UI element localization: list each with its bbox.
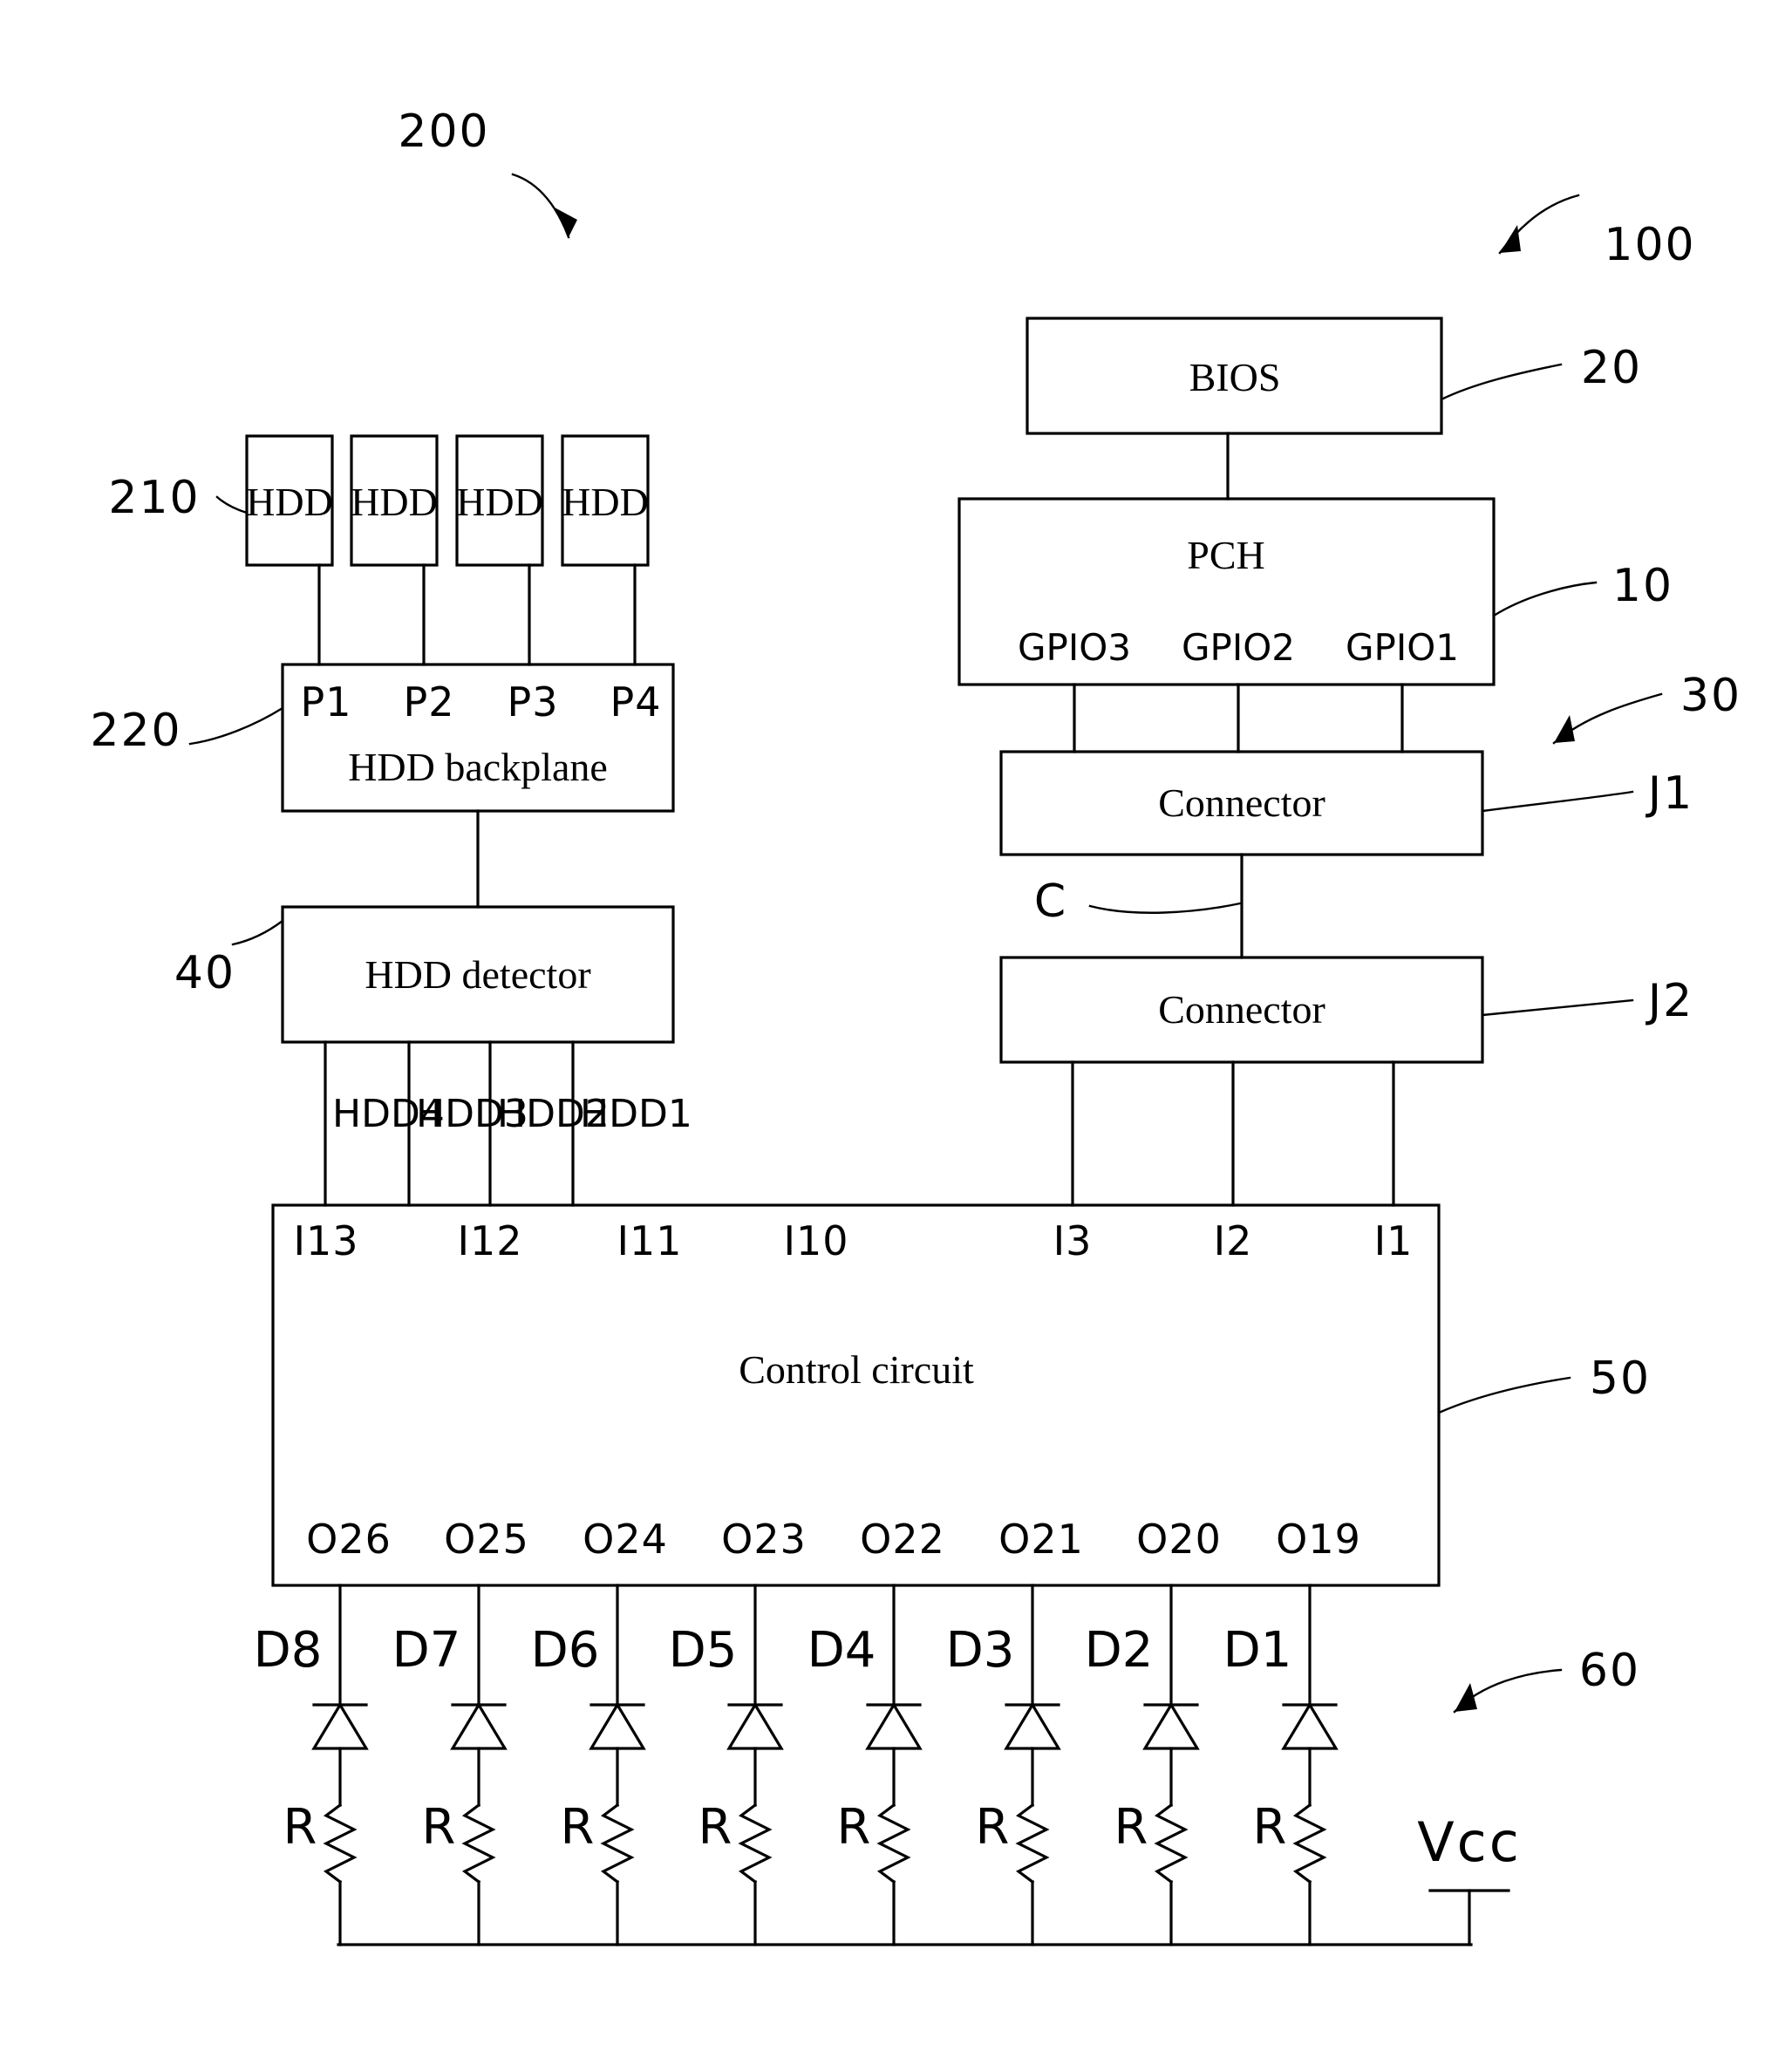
hdd-box-4-label: HDD [562, 480, 649, 524]
ref-200-label: 200 [398, 106, 490, 158]
ref-220-label: 220 [90, 705, 182, 757]
signal-hdd1-label: HDD1 [580, 1092, 692, 1136]
ref-j1-leader [1481, 790, 1634, 813]
ref-40-leader [231, 919, 284, 946]
hdd-detector-title: HDD detector [365, 952, 591, 997]
ref-210-leader [215, 495, 249, 514]
control-input-i1-label: I1 [1373, 1217, 1414, 1264]
control-input-i10-label: I10 [783, 1217, 849, 1264]
resistor-r7-label: R [421, 1799, 456, 1856]
backplane-port-p1-label: P1 [300, 678, 352, 726]
ref-100-arrowhead [1500, 225, 1521, 253]
backplane-port-p3-label: P3 [507, 678, 559, 726]
resistor-r2-label: R [1114, 1799, 1148, 1856]
ref-50-label: 50 [1589, 1353, 1652, 1405]
ref-20-leader [1440, 363, 1563, 401]
control-output-o25-label: O25 [444, 1516, 529, 1563]
ref-220-leader [188, 706, 284, 746]
control-input-i12-label: I12 [457, 1217, 523, 1264]
resistor-r3-label: R [975, 1799, 1010, 1856]
resistor-r4-label: R [836, 1799, 871, 1856]
hdd-box-3-label: HDD [456, 480, 543, 524]
ref-100-label: 100 [1604, 219, 1696, 271]
control-input-i3-label: I3 [1053, 1217, 1093, 1264]
ref-60-arrowhead [1455, 1683, 1477, 1712]
d3-anode-triangle [1004, 1701, 1061, 1750]
ref-j1-label: J1 [1647, 767, 1694, 820]
resistor-r1-label: R [1252, 1799, 1287, 1856]
connector-j1-title: Connector [1158, 780, 1325, 825]
control-output-o19-label: O19 [1276, 1516, 1361, 1563]
gpio1-label: GPIO1 [1345, 626, 1460, 669]
resistor-r8-label: R [283, 1799, 317, 1856]
d6-resistor-zigzag [600, 1802, 635, 1884]
bios-title: BIOS [1189, 355, 1281, 399]
pch-title: PCH [1187, 533, 1265, 577]
control-output-o23-label: O23 [721, 1516, 807, 1563]
connector-j2-title: Connector [1158, 987, 1325, 1032]
ref-10-leader [1492, 581, 1598, 617]
d7-resistor-zigzag [461, 1802, 496, 1884]
ref-j2-leader [1481, 998, 1634, 1017]
d1-anode-triangle [1281, 1701, 1339, 1750]
control-output-o24-label: O24 [583, 1516, 668, 1563]
resistor-r6-label: R [560, 1799, 595, 1856]
ref-200-leader [511, 173, 570, 239]
hdd-box-1-label: HDD [246, 480, 333, 524]
d5-anode-triangle [726, 1701, 784, 1750]
d8-anode-triangle [311, 1701, 369, 1750]
hdd-box-2-label: HDD [351, 480, 438, 524]
control-output-o22-label: O22 [860, 1516, 945, 1563]
control-output-o21-label: O21 [998, 1516, 1084, 1563]
resistor-r5-label: R [698, 1799, 732, 1856]
ref-30-label: 30 [1680, 670, 1742, 722]
control-output-o26-label: O26 [306, 1516, 392, 1563]
d2-anode-triangle [1142, 1701, 1200, 1750]
d2-resistor-zigzag [1154, 1802, 1189, 1884]
gpio2-label: GPIO2 [1181, 626, 1296, 669]
d1-resistor-zigzag [1292, 1802, 1327, 1884]
diode-d6-label: D6 [530, 1622, 600, 1679]
ref-40-label: 40 [174, 947, 236, 999]
d5-resistor-zigzag [738, 1802, 773, 1884]
cable-c-leader [1088, 902, 1242, 914]
ref-10-label: 10 [1611, 560, 1674, 612]
diode-d4-label: D4 [807, 1622, 876, 1679]
ref-50-leader [1437, 1376, 1571, 1414]
ref-30-arrowhead [1554, 715, 1575, 743]
control-input-i11-label: I11 [617, 1217, 683, 1264]
diode-d3-label: D3 [945, 1622, 1015, 1679]
control-input-i13-label: I13 [293, 1217, 359, 1264]
circuit-line-art [188, 173, 1663, 1946]
backplane-port-p4-label: P4 [610, 678, 662, 726]
diode-d1-label: D1 [1223, 1622, 1292, 1679]
ref-210-label: 210 [108, 472, 201, 524]
d4-anode-triangle [865, 1701, 923, 1750]
diode-d8-label: D8 [253, 1622, 323, 1679]
hdd-backplane-title: HDD backplane [348, 745, 608, 789]
d6-anode-triangle [589, 1701, 646, 1750]
d7-anode-triangle [450, 1701, 508, 1750]
diode-d2-label: D2 [1084, 1622, 1154, 1679]
ref-60-label: 60 [1578, 1645, 1641, 1697]
d3-resistor-zigzag [1015, 1802, 1050, 1884]
diode-d5-label: D5 [668, 1622, 738, 1679]
vcc-label: Vcc [1417, 1810, 1522, 1874]
cable-c-label: C [1033, 876, 1068, 928]
control-circuit-title: Control circuit [739, 1347, 974, 1392]
d8-resistor-zigzag [323, 1802, 358, 1884]
ref-20-label: 20 [1580, 342, 1643, 394]
control-input-i2-label: I2 [1213, 1217, 1253, 1264]
backplane-port-p2-label: P2 [403, 678, 455, 726]
diode-d7-label: D7 [392, 1622, 461, 1679]
ref-j2-label: J2 [1647, 975, 1694, 1027]
gpio3-label: GPIO3 [1017, 626, 1132, 669]
control-output-o20-label: O20 [1136, 1516, 1222, 1563]
d4-resistor-zigzag [876, 1802, 911, 1884]
patent-figure-canvas: 200 100 20 10 30 J1 J2 50 60 210 220 40 … [0, 0, 1792, 2058]
